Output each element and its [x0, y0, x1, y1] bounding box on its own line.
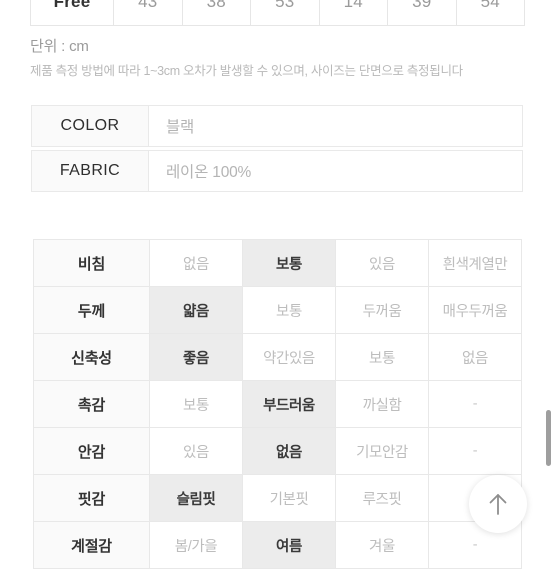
unit-note: 단위 : cm — [30, 38, 89, 55]
attribute-option-6-0[interactable]: 봄/가을 — [149, 521, 243, 569]
attribute-option-2-2[interactable]: 보통 — [335, 333, 429, 381]
table-row: FABRIC 레이온 100% — [31, 150, 523, 192]
attribute-key-4: 안감 — [33, 427, 150, 475]
table-row: 신축성 좋음 약간있음 보통 없음 — [33, 333, 522, 381]
info-value-color: 블랙 — [149, 105, 523, 147]
attribute-option-3-0[interactable]: 보통 — [149, 380, 243, 428]
attribute-option-3-3[interactable]: - — [428, 380, 522, 428]
product-attribute-table: 비침 없음 보통 있음 흰색계열만 두께 얇음 보통 두꺼움 매우두꺼움 신축성 좋음 약간있음 보통 없음… — [33, 239, 522, 569]
size-measurement-cell-2: 53 — [250, 0, 320, 26]
attribute-key-3: 촉감 — [33, 380, 150, 428]
attribute-option-2-1[interactable]: 약간있음 — [242, 333, 336, 381]
size-measurement-table: Free 43 38 53 14 39 54 — [30, 0, 525, 26]
info-value-fabric: 레이온 100% — [149, 150, 523, 192]
attribute-key-6: 계절감 — [33, 521, 150, 569]
attribute-option-4-0[interactable]: 있음 — [149, 427, 243, 475]
info-table-body: COLOR 블랙 FABRIC 레이온 100% — [31, 105, 523, 192]
attribute-key-1: 두께 — [33, 286, 150, 334]
info-key-color: COLOR — [31, 105, 149, 147]
product-info-table: COLOR 블랙 FABRIC 레이온 100% — [31, 102, 523, 195]
attribute-option-6-1[interactable]: 여름 — [242, 521, 336, 569]
size-measurement-cell-3: 14 — [318, 0, 388, 26]
attribute-option-1-1[interactable]: 보통 — [242, 286, 336, 334]
attribute-option-3-1[interactable]: 부드러움 — [242, 380, 336, 428]
table-row: COLOR 블랙 — [31, 105, 523, 147]
table-row: 핏감슬림핏기본핏루즈핏- — [33, 474, 522, 522]
attribute-option-5-2[interactable]: 루즈핏 — [335, 474, 429, 522]
table-row: 비침 없음 보통 있음 흰색계열만 — [33, 239, 522, 287]
table-row: 촉감 보통 부드러움 까실함 - — [33, 380, 522, 428]
size-measurement-cell-0: 43 — [113, 0, 183, 26]
arrow-up-icon — [487, 492, 509, 516]
attribute-option-0-3[interactable]: 흰색계열만 — [428, 239, 522, 287]
table-row: 두께 얇음 보통 두꺼움 매우두꺼움 — [33, 286, 522, 334]
size-table-body: Free 43 38 53 14 39 54 — [30, 0, 525, 26]
attribute-option-0-1[interactable]: 보통 — [242, 239, 336, 287]
attribute-option-3-2[interactable]: 까실함 — [335, 380, 429, 428]
attribute-option-4-2[interactable]: 기모안감 — [335, 427, 429, 475]
size-measurement-cell-4: 39 — [387, 0, 457, 26]
attribute-option-2-0[interactable]: 좋음 — [149, 333, 243, 381]
attribute-option-2-3[interactable]: 없음 — [428, 333, 522, 381]
attribute-option-4-3[interactable]: - — [428, 427, 522, 475]
page-scrollbar-track[interactable] — [546, 0, 554, 554]
page-scrollbar-thumb[interactable] — [546, 410, 551, 466]
size-measurement-cell-1: 38 — [181, 0, 251, 26]
attribute-option-0-2[interactable]: 있음 — [335, 239, 429, 287]
attribute-key-0: 비침 — [33, 239, 150, 287]
measurement-disclaimer: 제품 측정 방법에 따라 1~3cm 오차가 발생할 수 있으며, 사이즈는 단… — [30, 64, 463, 78]
size-row-label: Free — [30, 0, 114, 26]
table-row: 계절감 봄/가을 여름 겨울 - — [33, 521, 522, 569]
attribute-key-2: 신축성 — [33, 333, 150, 381]
attribute-option-1-2[interactable]: 두꺼움 — [335, 286, 429, 334]
table-row: Free 43 38 53 14 39 54 — [30, 0, 525, 26]
attribute-option-5-1[interactable]: 기본핏 — [242, 474, 336, 522]
attribute-option-5-0[interactable]: 슬림핏 — [149, 474, 243, 522]
attribute-option-1-0[interactable]: 얇음 — [149, 286, 243, 334]
attribute-option-0-0[interactable]: 없음 — [149, 239, 243, 287]
attribute-option-6-2[interactable]: 겨울 — [335, 521, 429, 569]
size-measurement-cell-5: 54 — [455, 0, 525, 26]
info-key-fabric: FABRIC — [31, 150, 149, 192]
attribute-option-1-3[interactable]: 매우두꺼움 — [428, 286, 522, 334]
scroll-to-top-button[interactable] — [469, 475, 527, 533]
table-row: 안감 있음 없음 기모안감 - — [33, 427, 522, 475]
attribute-table-body: 비침 없음 보통 있음 흰색계열만 두께 얇음 보통 두꺼움 매우두꺼움 신축성 좋음 약간있음 보통 없음… — [33, 239, 522, 569]
attribute-option-4-1[interactable]: 없음 — [242, 427, 336, 475]
attribute-key-5: 핏감 — [33, 474, 150, 522]
